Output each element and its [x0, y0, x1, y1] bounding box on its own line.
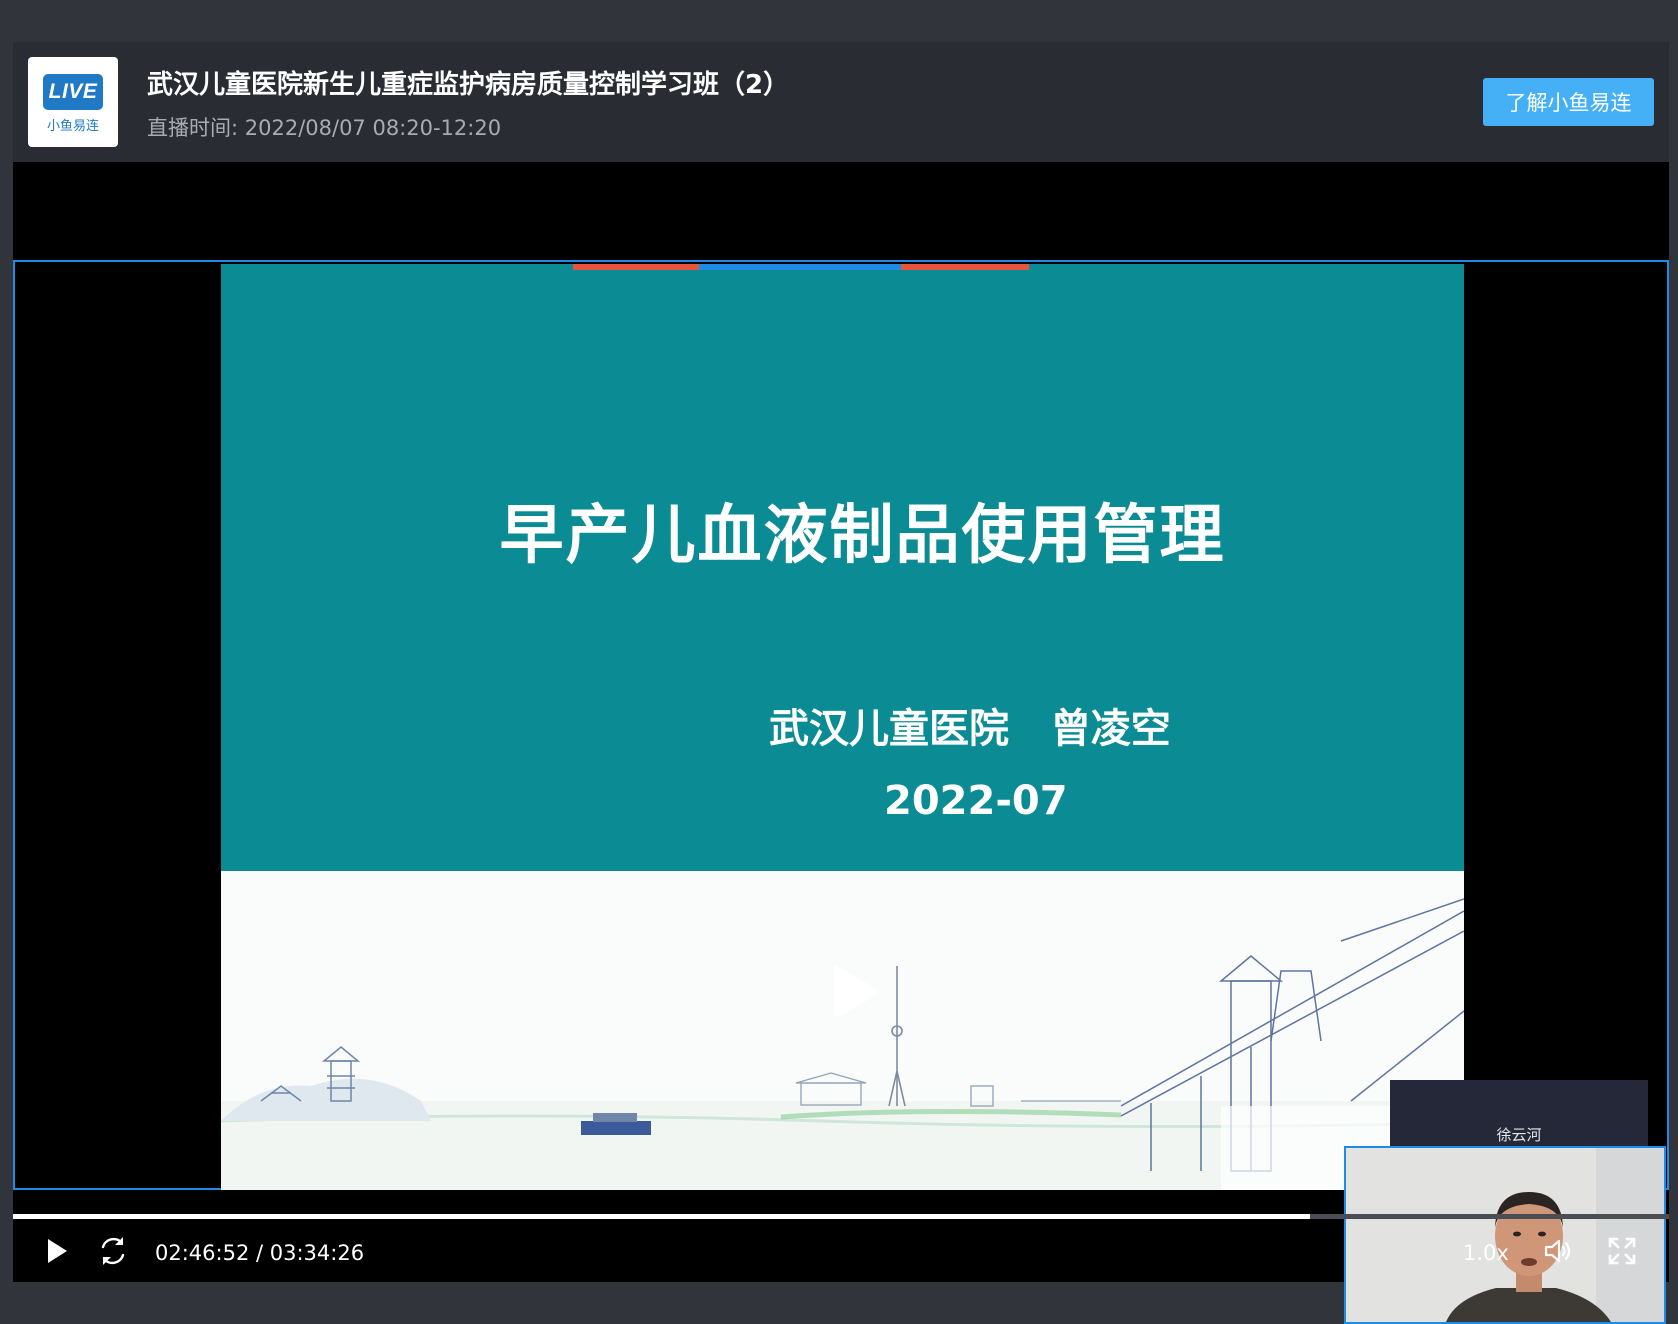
volume-icon[interactable]: [1543, 1236, 1573, 1266]
control-bar: 02:46:52 / 03:34:26 1.0x: [13, 1219, 1669, 1282]
slide-stripe-blue: [699, 264, 901, 270]
wuhan-skyline-illustration: [221, 898, 1464, 1190]
slide-stripe-red-2: [901, 264, 1029, 270]
slide-date: 2022-07: [884, 778, 1068, 824]
page-title: 武汉儿童医院新生儿重症监护病房质量控制学习班（2）: [147, 70, 790, 100]
participant-tile: 徐云河: [1390, 1080, 1648, 1152]
header-bar: LIVE 小鱼易连 武汉儿童医院新生儿重症监护病房质量控制学习班（2） 直播时间…: [13, 42, 1669, 162]
brand-name: 小鱼易连: [46, 119, 99, 134]
slide-stripe-red-1: [573, 264, 699, 270]
presentation-slide: 早产儿血液制品使用管理 武汉儿童医院 曾凌空 2022-07: [221, 264, 1464, 1190]
learn-more-button[interactable]: 了解小鱼易连: [1483, 78, 1654, 126]
fullscreen-icon[interactable]: [1607, 1236, 1637, 1266]
play-icon[interactable]: [46, 1238, 68, 1264]
replay-icon[interactable]: [97, 1235, 129, 1267]
participant-name: 徐云河: [1496, 1126, 1542, 1144]
video-frame[interactable]: 早产儿血液制品使用管理 武汉儿童医院 曾凌空 2022-07 徐云河: [13, 260, 1669, 1324]
brand-logo: LIVE 小鱼易连: [28, 57, 118, 147]
time-display: 02:46:52 / 03:34:26: [155, 1241, 365, 1265]
video-player[interactable]: 早产儿血液制品使用管理 武汉儿童医院 曾凌空 2022-07 徐云河 02:46…: [13, 162, 1669, 1324]
broadcast-time: 直播时间: 2022/08/07 08:20-12:20: [147, 116, 502, 140]
slide-author: 武汉儿童医院 曾凌空: [769, 706, 1171, 752]
play-icon[interactable]: [830, 962, 880, 1022]
slide-title: 早产儿血液制品使用管理: [499, 499, 1226, 573]
live-page: LIVE 小鱼易连 武汉儿童医院新生儿重症监护病房质量控制学习班（2） 直播时间…: [13, 42, 1669, 1324]
playback-speed[interactable]: 1.0x: [1463, 1241, 1509, 1265]
live-badge: LIVE: [43, 74, 103, 110]
